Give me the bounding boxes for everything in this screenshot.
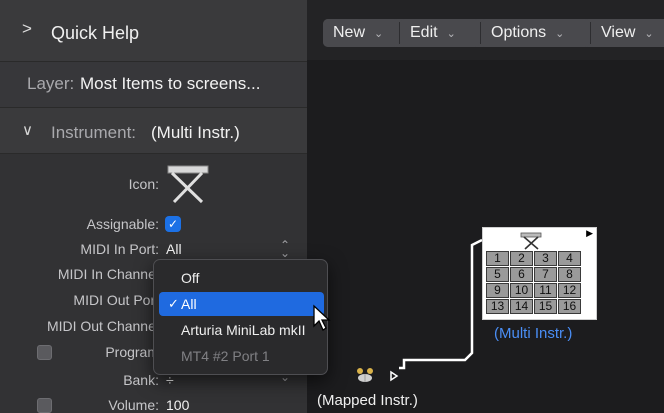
channel-cell[interactable]: 5 [486, 267, 509, 282]
channel-cell[interactable]: 1 [486, 251, 509, 266]
drum-kit-icon[interactable] [355, 366, 375, 384]
icon-label: Icon: [128, 176, 159, 192]
channel-cell[interactable]: 3 [534, 251, 557, 266]
midi-in-port-value[interactable]: All [166, 241, 182, 257]
channel-cell[interactable]: 6 [510, 267, 533, 282]
layer-key: Layer: [27, 74, 75, 93]
layer-value[interactable]: Most Items to screens... [80, 74, 260, 94]
program-checkbox[interactable] [37, 345, 52, 360]
channel-cell[interactable]: 8 [558, 267, 581, 282]
midi-in-port-stepper-icon[interactable]: ⌃ ⌄ [280, 239, 290, 259]
instrument-header[interactable]: ∨ Instrument: (Multi Instr.) [0, 108, 307, 154]
volume-label: Volume: [108, 397, 159, 413]
bank-label: Bank: [123, 372, 159, 388]
channel-cell[interactable]: 2 [510, 251, 533, 266]
assignable-label: Assignable: [86, 216, 159, 232]
channel-cell[interactable]: 12 [558, 283, 581, 298]
menu-item-off[interactable]: Off [159, 266, 324, 290]
menu-item-label: Off [181, 270, 200, 286]
menu-item-arturia-minilab[interactable]: Arturia MiniLab mkII [159, 318, 324, 342]
mouse-pointer-icon [313, 304, 331, 331]
channel-cell[interactable]: 7 [534, 267, 557, 282]
channel-cell[interactable]: 15 [534, 299, 557, 314]
keyboard-stand-icon [520, 232, 542, 250]
program-label: Program [105, 344, 159, 360]
menu-item-label: Arturia MiniLab mkII [181, 322, 306, 338]
volume-checkbox[interactable] [37, 398, 52, 413]
multi-instrument-label[interactable]: (Multi Instr.) [494, 325, 572, 342]
chevron-right-icon[interactable]: > [22, 19, 32, 39]
channel-cell[interactable]: 4 [558, 251, 581, 266]
channel-cell[interactable]: 14 [510, 299, 533, 314]
chevron-down-icon[interactable]: ∨ [22, 121, 33, 139]
multi-instrument-object[interactable]: ▶ 1 2 3 4 5 6 7 8 9 10 11 12 13 14 15 16 [482, 227, 597, 320]
instrument-key: Instrument: [51, 123, 137, 142]
output-arrow-icon[interactable]: ▶ [586, 228, 593, 239]
channel-cell[interactable]: 10 [510, 283, 533, 298]
checkmark-icon: ✓ [168, 296, 179, 311]
keyboard-stand-icon[interactable] [166, 160, 212, 204]
assignable-checkbox[interactable]: ✓ [165, 216, 181, 232]
channel-cell[interactable]: 9 [486, 283, 509, 298]
channel-cell[interactable]: 11 [534, 283, 557, 298]
cable-connector[interactable] [307, 0, 664, 413]
environment-canvas[interactable]: New ⌄ Edit ⌄ Options ⌄ View ⌄ ▶ 1 2 3 4 5 6 7 8 9 10 1… [307, 0, 664, 413]
midi-in-channel-label: MIDI In Channel [57, 266, 159, 282]
menu-item-label: All [181, 296, 197, 312]
channel-cell[interactable]: 16 [558, 299, 581, 314]
channel-cell[interactable]: 13 [486, 299, 509, 314]
midi-in-port-label: MIDI In Port: [80, 241, 159, 257]
menu-item-mt4-port-1: MT4 #2 Port 1 [159, 344, 324, 368]
midi-in-port-popup-menu: Off ✓ All Arturia MiniLab mkII MT4 #2 Por… [153, 259, 328, 375]
volume-value[interactable]: 100 [166, 397, 189, 413]
quick-help-label: Quick Help [51, 23, 140, 43]
instrument-value[interactable]: (Multi Instr.) [151, 123, 240, 143]
menu-item-label: MT4 #2 Port 1 [181, 348, 270, 364]
layer-row[interactable]: Layer: Most Items to screens... [0, 62, 307, 108]
menu-item-all[interactable]: ✓ All [159, 292, 324, 316]
midi-out-port-label: MIDI Out Port [73, 292, 159, 308]
quick-help-header[interactable]: > Quick Help [0, 0, 307, 62]
midi-out-channel-label: MIDI Out Channel [46, 318, 159, 334]
mapped-instrument-label[interactable]: (Mapped Instr.) [317, 392, 418, 409]
